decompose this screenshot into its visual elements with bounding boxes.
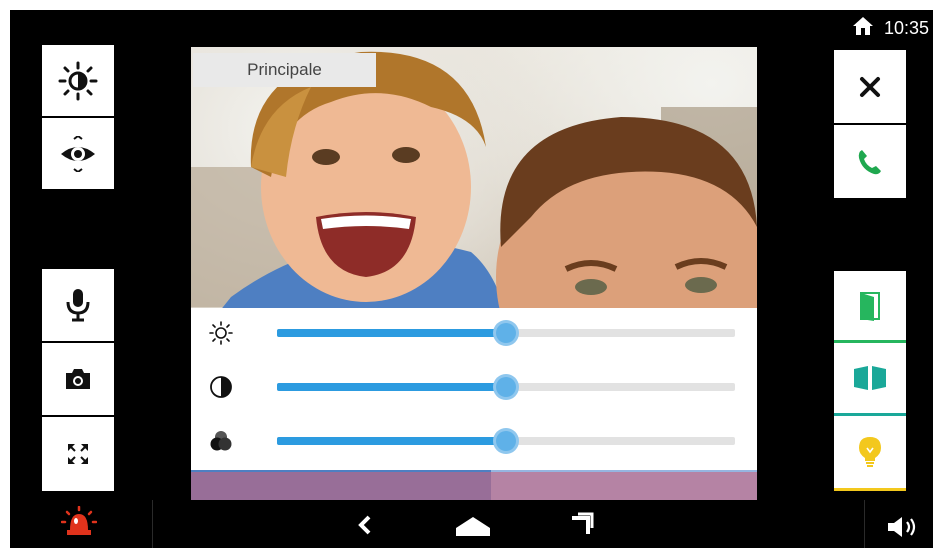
brightness-button[interactable] <box>42 45 114 116</box>
open-gate-button[interactable] <box>834 343 906 413</box>
color-slider-handle[interactable] <box>493 428 519 454</box>
light-bulb-icon <box>858 436 882 468</box>
brightness-slider-row <box>191 313 757 353</box>
color-slider[interactable] <box>277 428 735 454</box>
alarm-siren-icon[interactable] <box>60 505 98 543</box>
fullscreen-icon <box>66 442 90 466</box>
status-bar: 10:35 <box>10 10 933 46</box>
light-button[interactable] <box>834 416 906 488</box>
microphone-button[interactable] <box>42 269 114 341</box>
gate-open-icon <box>853 365 887 391</box>
snapshot-button[interactable] <box>42 343 114 415</box>
bottom-divider-left <box>152 500 153 548</box>
brightness-slider-handle[interactable] <box>493 320 519 346</box>
contrast-slider-row <box>191 367 757 407</box>
fullscreen-button[interactable] <box>42 417 114 491</box>
call-answer-icon <box>857 148 883 176</box>
contrast-icon <box>209 375 233 399</box>
contrast-slider-fill <box>277 383 506 391</box>
home-nav-icon[interactable] <box>455 515 491 542</box>
intercom-screen: 10:35 Principale <box>10 10 933 548</box>
back-icon[interactable] <box>358 515 372 540</box>
microphone-icon <box>65 288 91 322</box>
view-eye-icon <box>58 135 98 172</box>
camera-label: Principale <box>193 53 376 87</box>
door-open-icon <box>858 291 882 321</box>
color-saturation-icon <box>209 429 233 453</box>
camera-icon <box>64 368 92 390</box>
hang-up-button[interactable] <box>834 50 906 123</box>
status-time: 10:35 <box>883 18 929 38</box>
volume-icon[interactable] <box>886 515 922 544</box>
color-slider-fill <box>277 437 506 445</box>
brightness-icon <box>58 61 98 101</box>
recent-apps-icon[interactable] <box>570 512 594 541</box>
brightness-slider[interactable] <box>277 320 735 346</box>
bottom-divider-right <box>864 500 865 548</box>
image-adjust-panel <box>191 308 757 470</box>
color-slider-row <box>191 421 757 461</box>
close-icon <box>859 76 881 98</box>
open-door-button[interactable] <box>834 271 906 340</box>
answer-call-button[interactable] <box>834 125 906 198</box>
view-settings-button[interactable] <box>42 118 114 189</box>
contrast-slider-handle[interactable] <box>493 374 519 400</box>
home-icon <box>852 16 874 41</box>
light-accent-bar <box>834 488 906 491</box>
sun-icon <box>209 321 233 345</box>
brightness-slider-fill <box>277 329 506 337</box>
contrast-slider[interactable] <box>277 374 735 400</box>
